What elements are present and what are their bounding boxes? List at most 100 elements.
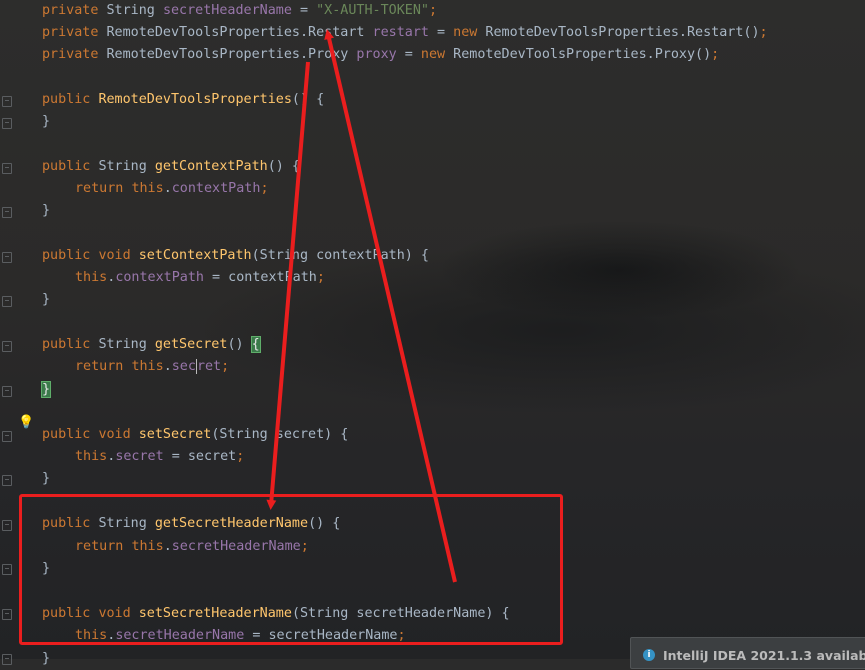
code-token: = contextPath (204, 270, 317, 285)
code-token: return (75, 359, 132, 374)
code-token: RemoteDevToolsProperties.Restart() (485, 25, 760, 40)
code-token: RemoteDevToolsProperties.Proxy (106, 47, 357, 62)
code-token: new (420, 47, 454, 62)
code-token: String (98, 337, 155, 352)
code-token: this (75, 270, 108, 285)
code-token: contextPath (171, 181, 261, 196)
highlight-annotation-box (19, 494, 563, 645)
code-token: } (42, 471, 51, 486)
code-token: this (75, 449, 108, 464)
code-line[interactable]: } (42, 468, 50, 490)
code-token: private (42, 47, 107, 62)
code-token: () { (291, 92, 325, 107)
code-token: private (42, 25, 107, 40)
code-token: public (42, 427, 99, 442)
code-token: . (163, 181, 172, 196)
code-token: public (42, 248, 99, 263)
update-notification[interactable]: i IntelliJ IDEA 2021.1.3 available (630, 637, 865, 669)
code-token: ret (195, 359, 222, 374)
code-token: = secret (163, 449, 237, 464)
fold-marker-icon[interactable] (2, 118, 12, 129)
code-token: void (98, 248, 139, 263)
code-line[interactable]: } (42, 111, 50, 133)
fold-marker-icon[interactable] (2, 386, 12, 397)
code-line[interactable]: } (42, 648, 50, 670)
code-line[interactable]: private RemoteDevToolsProperties.Proxy p… (42, 44, 719, 66)
fold-marker-icon[interactable] (2, 609, 12, 620)
code-token: new (453, 25, 486, 40)
fold-marker-icon[interactable] (2, 96, 12, 107)
fold-marker-icon[interactable] (2, 207, 12, 218)
code-token: restart (372, 25, 429, 40)
code-line[interactable]: } (42, 289, 50, 311)
code-token: public (42, 159, 99, 174)
code-token: contextPath (115, 270, 204, 285)
code-token: setContextPath (138, 248, 252, 263)
code-token: RemoteDevToolsProperties.Restart (106, 25, 373, 40)
code-line[interactable]: public RemoteDevToolsProperties() { (42, 89, 324, 111)
code-line[interactable]: } (42, 200, 50, 222)
code-token: setSecret (138, 427, 212, 442)
code-token: public (42, 337, 99, 352)
code-line[interactable]: private String secretHeaderName = "X-AUT… (42, 0, 437, 22)
fold-marker-icon[interactable] (2, 296, 12, 307)
code-token: String (106, 3, 163, 18)
code-line[interactable]: this.contextPath = contextPath; (42, 267, 325, 289)
code-token: private (42, 3, 107, 18)
code-token: void (98, 427, 139, 442)
code-token: ; (260, 181, 269, 196)
code-token: () (227, 337, 252, 352)
code-token: } (42, 203, 51, 218)
code-token: = (291, 3, 317, 18)
code-token: sec (171, 359, 196, 374)
fold-marker-icon[interactable] (2, 564, 12, 575)
code-token: ; (711, 47, 720, 62)
code-token: { (250, 336, 261, 353)
fold-marker-icon[interactable] (2, 520, 12, 531)
notification-text: IntelliJ IDEA 2021.1.3 available (663, 648, 865, 663)
code-token: = (428, 25, 454, 40)
code-line[interactable]: this.secret = secret; (42, 446, 244, 468)
code-token: } (42, 292, 51, 307)
code-token: String (98, 159, 155, 174)
code-line[interactable]: public String getSecret() { (42, 334, 261, 356)
code-line[interactable]: return this.contextPath; (42, 178, 269, 200)
fold-marker-icon[interactable] (2, 431, 12, 442)
code-token: secret (115, 449, 164, 464)
code-token: = (396, 47, 421, 62)
lightbulb-icon[interactable]: 💡 (18, 416, 34, 429)
fold-marker-icon[interactable] (2, 252, 12, 263)
code-line[interactable]: return this.secret; (42, 356, 229, 378)
code-token: getContextPath (154, 159, 268, 174)
code-line[interactable]: public void setSecret(String secret) { (42, 424, 348, 446)
code-token: } (40, 381, 52, 398)
code-token: RemoteDevToolsProperties.Proxy() (453, 47, 712, 62)
info-icon: i (643, 649, 655, 661)
code-token: secretHeaderName (162, 3, 292, 18)
code-token: . (163, 359, 172, 374)
code-line[interactable]: } (40, 379, 52, 401)
code-token: ; (316, 270, 325, 285)
code-token: (String contextPath) { (251, 248, 429, 263)
code-token: RemoteDevToolsProperties (98, 92, 292, 107)
code-line[interactable]: public void setContextPath(String contex… (42, 245, 429, 267)
code-token: () { (267, 159, 300, 174)
code-token: } (42, 114, 51, 129)
code-line[interactable]: private RemoteDevToolsProperties.Restart… (42, 22, 768, 44)
code-token: ; (236, 449, 245, 464)
code-token: this (131, 359, 164, 374)
fold-marker-icon[interactable] (2, 341, 12, 352)
editor-gutter[interactable] (0, 0, 14, 665)
code-token: return (75, 181, 132, 196)
code-token: getSecret (154, 337, 228, 352)
code-token: proxy (356, 47, 397, 62)
fold-marker-icon[interactable] (2, 163, 12, 174)
fold-marker-icon[interactable] (2, 654, 12, 665)
code-token: ; (759, 25, 768, 40)
code-token: this (131, 181, 164, 196)
code-token: ; (429, 3, 438, 18)
fold-marker-icon[interactable] (2, 475, 12, 486)
code-line[interactable]: public String getContextPath() { (42, 156, 300, 178)
code-token: public (42, 92, 99, 107)
code-token: "X-AUTH-TOKEN" (316, 3, 429, 18)
